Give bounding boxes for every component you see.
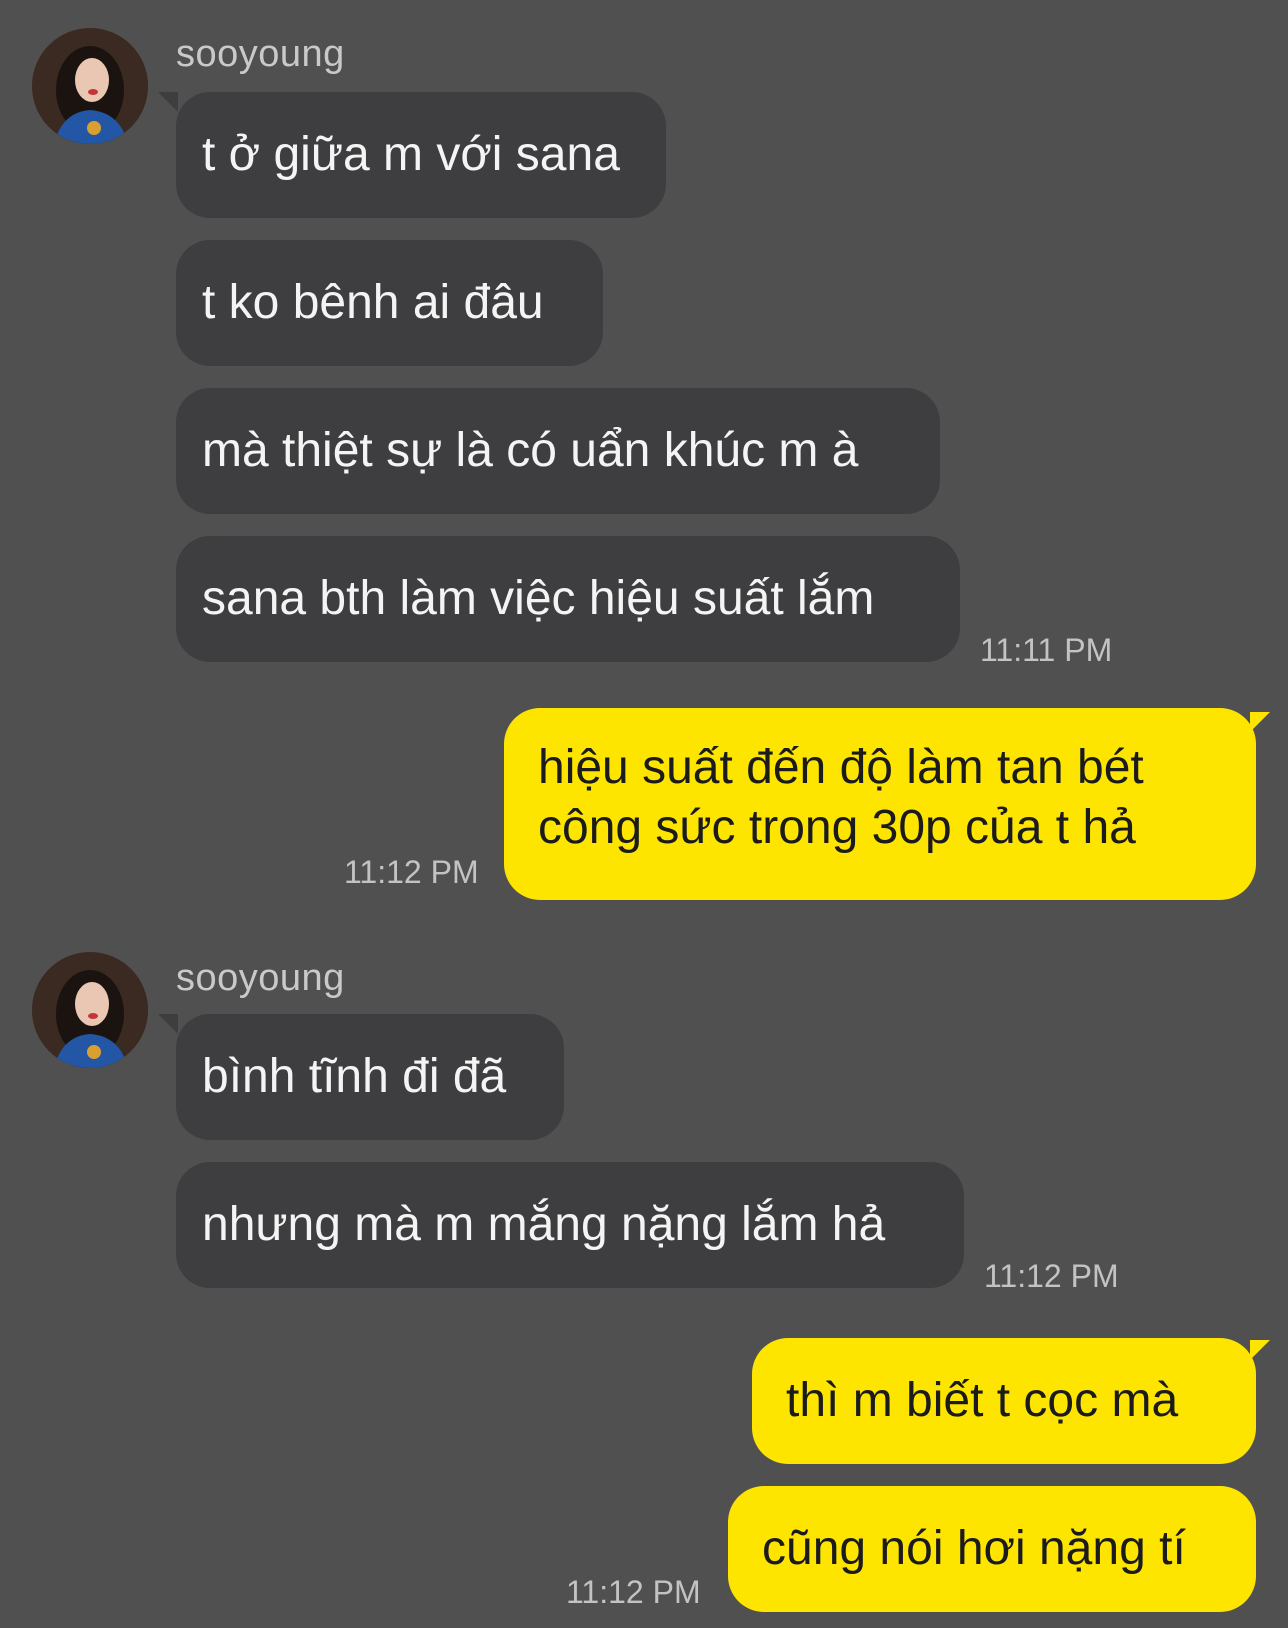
message-timestamp: 11:12 PM — [984, 1258, 1119, 1294]
bubble-tail — [1250, 712, 1270, 732]
message-timestamp: 11:11 PM — [980, 632, 1113, 668]
profile-photo-icon — [32, 28, 148, 144]
sender-name: sooyoung — [176, 33, 345, 75]
message-bubble[interactable]: t ở giữa m với sana — [176, 92, 666, 218]
bubble-tail — [158, 1014, 178, 1034]
profile-photo-icon — [32, 952, 148, 1068]
bubble-tail — [1250, 1340, 1270, 1360]
sender-avatar[interactable] — [32, 28, 148, 144]
message-bubble[interactable]: hiệu suất đến độ làm tan bét công sức tr… — [504, 708, 1256, 900]
message-timestamp: 11:12 PM — [344, 854, 479, 890]
message-bubble[interactable]: thì m biết t cọc mà — [752, 1338, 1256, 1464]
message-timestamp: 11:12 PM — [566, 1574, 701, 1610]
message-bubble[interactable]: bình tĩnh đi đã — [176, 1014, 564, 1140]
message-bubble[interactable]: sana bth làm việc hiệu suất lắm — [176, 536, 960, 662]
sender-name: sooyoung — [176, 957, 345, 999]
sender-avatar[interactable] — [32, 952, 148, 1068]
message-bubble[interactable]: nhưng mà m mắng nặng lắm hả — [176, 1162, 964, 1288]
message-bubble[interactable]: t ko bênh ai đâu — [176, 240, 603, 366]
message-bubble[interactable]: cũng nói hơi nặng tí — [728, 1486, 1256, 1612]
bubble-tail — [158, 92, 178, 112]
message-bubble[interactable]: mà thiệt sự là có uẩn khúc m à — [176, 388, 940, 514]
